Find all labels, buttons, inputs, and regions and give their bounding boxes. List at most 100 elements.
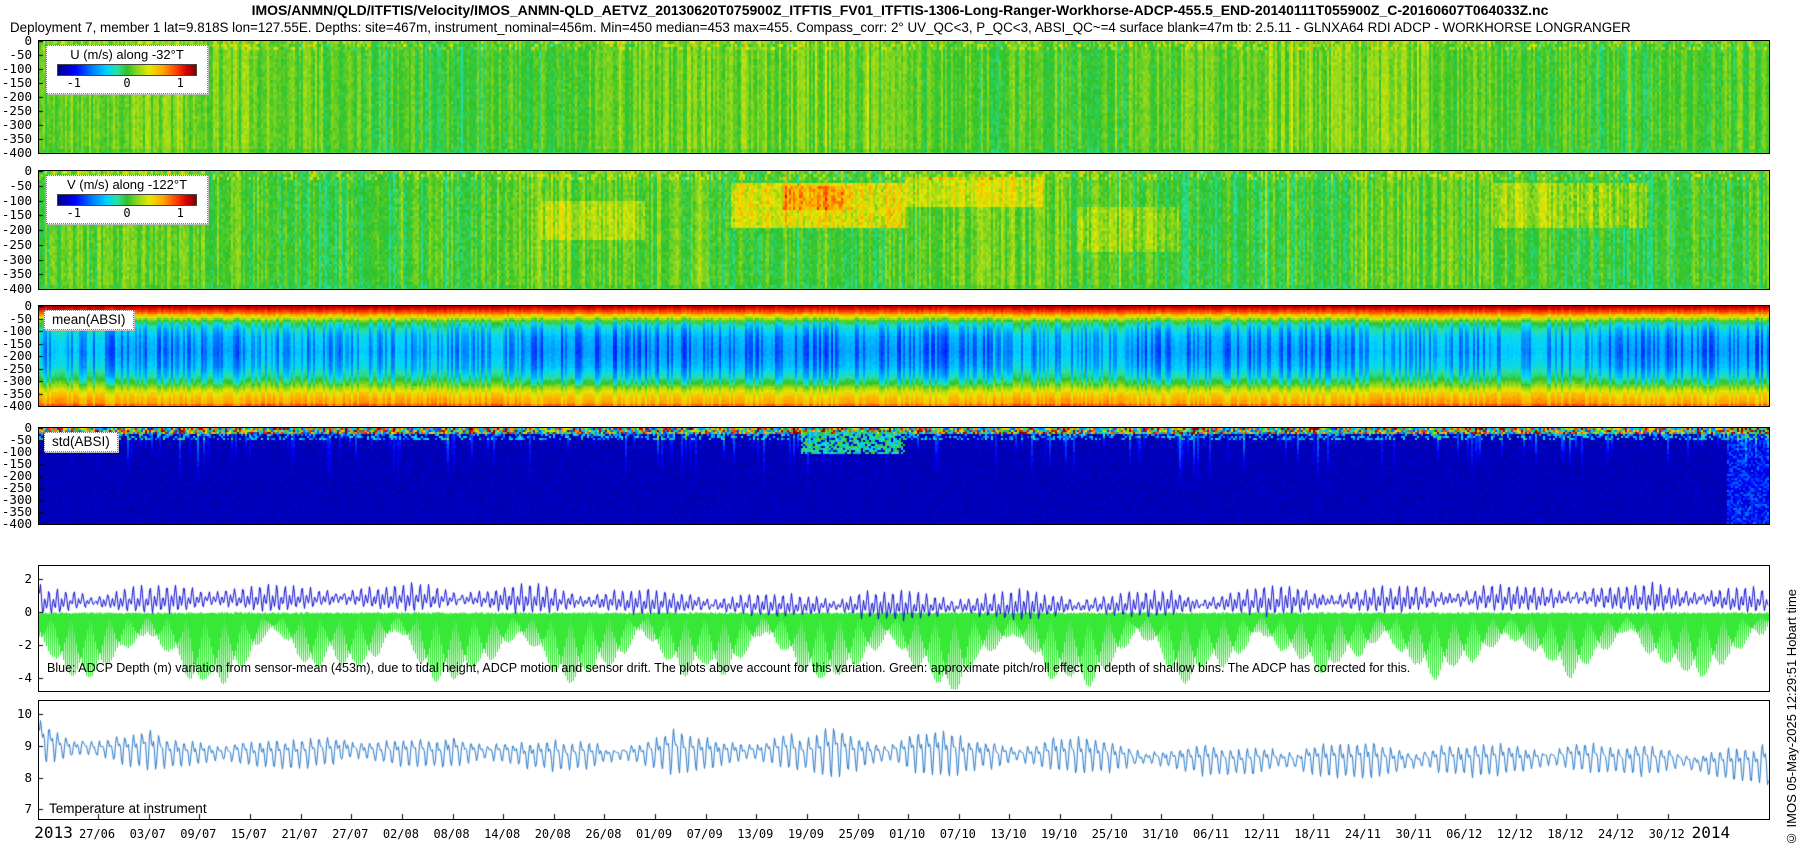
panel-std-absi: 0 -50 -100 -150 -200 -250 -300 -350 -400 std(ABS… xyxy=(2,421,1770,529)
x-tick-date-label: 27/07 xyxy=(332,827,369,841)
x-tick-date-label: 03/07 xyxy=(129,827,166,841)
y-tick-label: 2 xyxy=(24,570,32,586)
panel-mean-absi: 0 -50 -100 -150 -200 -250 -300 -350 -400 mean(AB… xyxy=(2,299,1770,411)
x-tick-date-label: 01/10 xyxy=(889,827,926,841)
y-tick-label: -300 xyxy=(1,251,32,267)
x-tick-date-label: 24/11 xyxy=(1344,827,1381,841)
colorbar-tick-label: 0 xyxy=(123,206,131,220)
y-tick-label: 0 xyxy=(24,603,32,619)
u-colorbar-ticks: -1 0 1 xyxy=(57,77,197,90)
u-velocity-heatmap xyxy=(39,41,1769,153)
y-tick-label: -2 xyxy=(16,636,32,652)
mean-absi-heatmap xyxy=(39,306,1769,406)
y-tick-label: 0 xyxy=(24,162,32,178)
depth-variation-annotation: Blue: ADCP Depth (m) variation from sens… xyxy=(47,661,1411,675)
x-tick-date-label: 27/06 xyxy=(79,827,116,841)
mean-absi-y-axis-ticks: 0 -50 -100 -150 -200 -250 -300 -350 -400 xyxy=(0,299,35,411)
v-colorbar-gradient xyxy=(57,194,197,206)
colorbar-tick-label: -1 xyxy=(66,76,82,90)
y-tick-label: -200 xyxy=(1,88,32,104)
y-tick-label: -100 xyxy=(1,60,32,76)
x-tick-date-label: 25/09 xyxy=(838,827,875,841)
u-colorbar-legend: U (m/s) along -32°T -1 0 1 xyxy=(46,45,208,94)
x-tick-date-label: 30/11 xyxy=(1395,827,1432,841)
panel-v-velocity: 0 -50 -100 -150 -200 -250 -300 -350 -400 V (m/s)… xyxy=(2,164,1770,294)
y-tick-label: -4 xyxy=(16,669,32,685)
x-tick-date-label: 12/11 xyxy=(1243,827,1280,841)
x-tick-date-label: 26/08 xyxy=(585,827,622,841)
x-tick-date-label: 31/10 xyxy=(1142,827,1179,841)
x-tick-date-label: 06/11 xyxy=(1192,827,1230,841)
y-tick-label: -50 xyxy=(9,177,32,193)
u-legend-title: U (m/s) along -32°T xyxy=(70,47,184,62)
figure-title: IMOS/ANMN/QLD/ITFTIS/Velocity/IMOS_ANMN-… xyxy=(251,2,1549,18)
x-tick-date-label: 08/08 xyxy=(433,827,470,841)
depth-y-axis-ticks: 2 0 -2 -4 xyxy=(0,566,35,691)
x-tick-date-label: 09/07 xyxy=(180,827,217,841)
y-tick-label: -400 xyxy=(1,515,32,531)
year-end-label: 2014 xyxy=(1691,823,1731,842)
panel-u-velocity: 0 -50 -100 -150 -200 -250 -300 -350 -400 U (m/s)… xyxy=(2,34,1770,158)
y-tick-label: -200 xyxy=(1,221,32,237)
x-tick-date-label: 13/10 xyxy=(990,827,1027,841)
x-tick-date-label: 24/12 xyxy=(1598,827,1635,841)
x-tick-date-label: 18/12 xyxy=(1547,827,1584,841)
std-absi-y-axis-ticks: 0 -50 -100 -150 -200 -250 -300 -350 -400 xyxy=(0,421,35,529)
x-tick-date-label: 07/09 xyxy=(686,827,723,841)
x-tick-date-label: 01/09 xyxy=(635,827,673,841)
y-tick-label: -350 xyxy=(1,266,32,281)
y-tick-label: -400 xyxy=(1,397,32,413)
std-absi-heatmap xyxy=(39,428,1769,524)
v-colorbar-legend: V (m/s) along -122°T -1 0 1 xyxy=(46,175,208,224)
std-absi-label: std(ABSI) xyxy=(44,432,118,452)
temperature-line-plot xyxy=(39,701,1769,819)
y-tick-label: 9 xyxy=(24,737,32,753)
panel-depth-variation: 2 0 -2 -4 Blue: ADCP Depth (m) variation fr… xyxy=(17,565,1770,692)
v-velocity-heatmap xyxy=(39,171,1769,289)
x-axis-date-labels: 27/06 03/07 09/07 15/07 21/07 27/07 02/08 08/08… xyxy=(34,822,1768,848)
colorbar-tick-label: -1 xyxy=(66,206,82,220)
colorbar-tick-label: 0 xyxy=(123,76,131,90)
x-tick-date-label: 02/08 xyxy=(382,827,419,841)
y-tick-label: 8 xyxy=(24,769,32,785)
y-tick-label: -350 xyxy=(1,130,32,146)
v-colorbar-ticks: -1 0 1 xyxy=(57,207,197,220)
panel-temperature: 10 9 8 7 Temperature at instrument xyxy=(17,700,1770,820)
y-tick-label: 0 xyxy=(24,32,32,48)
year-start-label: 2013 xyxy=(34,823,73,842)
y-tick-label: -300 xyxy=(1,116,32,132)
y-tick-label: -400 xyxy=(1,144,32,160)
figure-root: IMOS/ANMN/QLD/ITFTIS/Velocity/IMOS_ANMN-… xyxy=(0,0,1800,850)
mean-absi-label: mean(ABSI) xyxy=(44,310,134,330)
y-tick-label: 10 xyxy=(16,705,32,721)
x-tick-date-label: 19/10 xyxy=(1041,827,1078,841)
imos-watermark: © IMOS 05-May-2025 12:29:51 Hobart time xyxy=(1784,588,1799,846)
x-tick-date-label: 19/09 xyxy=(787,827,824,841)
figure-subtitle: Deployment 7, member 1 lat=9.818S lon=12… xyxy=(10,20,1631,35)
y-tick-label: -400 xyxy=(1,280,32,296)
x-tick-date-label: 14/08 xyxy=(484,827,521,841)
v-legend-title: V (m/s) along -122°T xyxy=(66,177,188,192)
y-tick-label: -50 xyxy=(9,46,32,62)
y-tick-label: -150 xyxy=(1,74,32,90)
x-tick-date-label: 06/12 xyxy=(1446,827,1483,841)
x-tick-date-label: 21/07 xyxy=(281,827,318,841)
colorbar-tick-label: 1 xyxy=(176,76,184,90)
x-tick-date-label: 15/07 xyxy=(230,827,268,841)
x-tick-date-label: 30/12 xyxy=(1648,827,1685,841)
y-tick-label: 7 xyxy=(24,801,32,817)
x-tick-date-label: 25/10 xyxy=(1091,827,1128,841)
x-tick-date-label: 13/09 xyxy=(737,827,774,841)
y-tick-label: -250 xyxy=(1,236,32,252)
colorbar-tick-label: 1 xyxy=(176,206,184,220)
x-tick-date-label: 18/11 xyxy=(1294,827,1331,841)
x-tick-date-label: 12/12 xyxy=(1496,827,1533,841)
y-tick-label: -100 xyxy=(1,192,32,208)
u-colorbar-gradient xyxy=(57,64,197,76)
y-tick-label: -150 xyxy=(1,207,32,222)
x-tick-date-label: 20/08 xyxy=(534,827,571,841)
x-tick-date-label: 07/10 xyxy=(939,827,976,841)
u-y-axis-ticks: 0 -50 -100 -150 -200 -250 -300 -350 -400 xyxy=(0,34,35,158)
v-y-axis-ticks: 0 -50 -100 -150 -200 -250 -300 -350 -400 xyxy=(0,164,35,294)
temperature-label: Temperature at instrument xyxy=(49,801,207,816)
